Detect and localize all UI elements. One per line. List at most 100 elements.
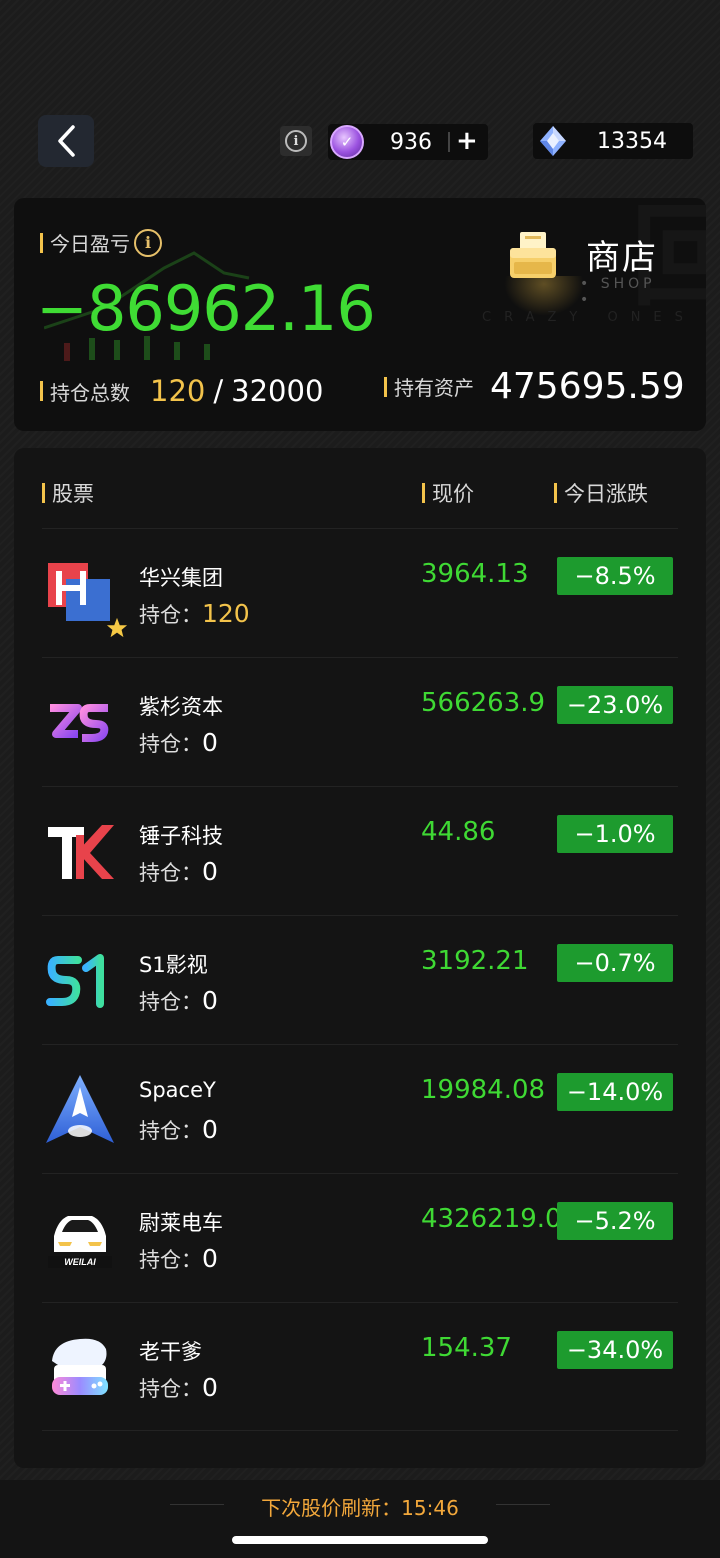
stock-holding: 持仓：0 (139, 857, 218, 887)
weilai-car-logo: WEILAI (48, 1216, 112, 1268)
stock-price: 3192.21 (421, 946, 529, 976)
assets-total: 持有资产 475695.59 (384, 366, 685, 407)
refresh-countdown: 下次股价刷新：15:46 (261, 1496, 459, 1520)
home-indicator[interactable] (232, 1536, 488, 1544)
holding-label: 持仓： (139, 732, 202, 756)
holding-label: 持仓： (139, 1119, 202, 1143)
change-badge: −1.0% (557, 815, 673, 853)
holding-value: 0 (202, 857, 218, 886)
stock-row-zishan[interactable]: 紫杉资本 持仓：0 566263.9 −23.0% (42, 657, 678, 786)
stock-name: 华兴集团 (139, 566, 223, 590)
label-accent-bar (40, 381, 43, 401)
stock-price: 19984.08 (421, 1075, 546, 1105)
purple-coin-icon: ✓ (330, 125, 364, 159)
stock-holding: 持仓：0 (139, 1115, 218, 1145)
weilai-logo-text: WEILAI (64, 1257, 96, 1267)
change-badge: −34.0% (557, 1331, 673, 1369)
top-bar: i ✓ 936 + 13354 (0, 112, 720, 172)
holding-value: 0 (202, 1373, 218, 1402)
holding-value: 0 (202, 1244, 218, 1273)
holding-value: 0 (202, 986, 218, 1015)
watermark-text: CRAZY ONES (482, 310, 696, 325)
stock-holding: 持仓：0 (139, 986, 218, 1016)
stock-name: 尉莱电车 (139, 1211, 223, 1235)
stock-holding: 持仓：0 (139, 1244, 218, 1274)
stock-holding: 持仓：0 (139, 728, 218, 758)
star-icon (106, 617, 128, 638)
holdings-max: 32000 (231, 374, 324, 408)
column-header-price-text: 现价 (432, 482, 474, 506)
column-header-change: 今日涨跌 (554, 478, 648, 508)
today-pl-value: −86962.16 (36, 272, 376, 345)
stock-price: 3964.13 (421, 559, 529, 589)
column-header-change-text: 今日涨跌 (564, 482, 648, 506)
stock-row-s1[interactable]: S1影视 持仓：0 3192.21 −0.7% (42, 915, 678, 1044)
shop-subtitle: • SHOP • (580, 276, 656, 308)
stock-name: 紫杉资本 (139, 695, 223, 719)
label-accent-bar (422, 483, 425, 503)
pl-info-icon[interactable]: i (134, 228, 162, 257)
stock-holding: 持仓：0 (139, 1373, 218, 1403)
stock-price: 44.86 (421, 817, 496, 847)
stock-price: 566263.9 (421, 688, 546, 718)
holding-label: 持仓： (139, 1248, 202, 1272)
holdings-current: 120 (150, 374, 206, 408)
stock-row-weilai[interactable]: WEILAI 尉莱电车 持仓：0 4326219.0 −5.2% (42, 1173, 678, 1302)
coin-value: 936 (390, 130, 432, 155)
add-coins-button[interactable]: + (456, 126, 478, 156)
info-icon: i (285, 130, 307, 152)
gem-balance: 13354 (533, 123, 693, 159)
stock-name: 锤子科技 (139, 824, 223, 848)
holding-label: 持仓： (139, 990, 202, 1014)
stock-price: 154.37 (421, 1333, 512, 1363)
holding-value: 0 (202, 728, 218, 757)
laogandie-logo (52, 1338, 108, 1395)
holding-label: 持仓： (139, 861, 202, 885)
shop-button[interactable]: 商店 • SHOP • (504, 226, 674, 316)
stock-holding: 持仓：120 (139, 599, 250, 629)
divider (448, 132, 450, 152)
change-badge: −14.0% (557, 1073, 673, 1111)
column-header-stock: 股票 (42, 478, 94, 508)
assets-label: 持有资产 (394, 376, 474, 400)
label-accent-bar (42, 483, 45, 503)
pl-label: 今日盈亏 i (40, 228, 162, 257)
change-badge: −0.7% (557, 944, 673, 982)
hammer-tech-logo (48, 825, 114, 879)
label-accent-bar (554, 483, 557, 503)
holdings-label: 持仓总数 (50, 380, 130, 405)
label-accent-bar (40, 232, 43, 253)
summary-card: 回 今日盈亏 i −86962.16 商店 • SHOP • CRAZY ONE… (14, 198, 706, 431)
stock-price: 4326219.0 (421, 1204, 562, 1234)
change-badge: −23.0% (557, 686, 673, 724)
change-badge: −8.5% (557, 557, 673, 595)
holding-label: 持仓： (139, 1377, 202, 1401)
shop-title: 商店 (586, 238, 658, 278)
holdings-total: 持仓总数 120 / 32000 (40, 374, 323, 408)
stock-name: SpaceY (139, 1078, 216, 1102)
holdings-separator: / (213, 374, 224, 408)
holding-label: 持仓： (139, 603, 202, 627)
shop-box-icon (510, 232, 556, 278)
stock-name: 老干爹 (139, 1340, 202, 1364)
column-header-stock-text: 股票 (52, 482, 94, 506)
stock-row-laogandie[interactable]: 老干爹 持仓：0 154.37 −34.0% (42, 1302, 678, 1431)
assets-value: 475695.59 (490, 366, 685, 407)
stock-row-huaxing[interactable]: 华兴集团 持仓：120 3964.13 −8.5% (42, 528, 678, 657)
stock-row-spacey[interactable]: SpaceY 持仓：0 19984.08 −14.0% (42, 1044, 678, 1173)
back-button[interactable] (38, 115, 94, 167)
stock-list: 股票 现价 今日涨跌 华兴集团 持仓：120 3964.13 −8.5% 紫杉资… (14, 448, 706, 1468)
diamond-icon (540, 126, 566, 156)
holding-value: 0 (202, 1115, 218, 1144)
footer: 下次股价刷新：15:46 (0, 1480, 720, 1558)
pl-label-text: 今日盈亏 (50, 232, 130, 256)
stock-row-hammer[interactable]: 锤子科技 持仓：0 44.86 −1.0% (42, 786, 678, 915)
change-badge: −5.2% (557, 1202, 673, 1240)
gem-value: 13354 (597, 129, 667, 154)
column-header-price: 现价 (422, 478, 474, 508)
holding-value: 120 (202, 599, 250, 628)
label-accent-bar (384, 376, 387, 397)
info-button[interactable]: i (280, 126, 312, 156)
spacey-rocket-logo (46, 1075, 114, 1143)
chevron-left-icon (58, 125, 75, 157)
